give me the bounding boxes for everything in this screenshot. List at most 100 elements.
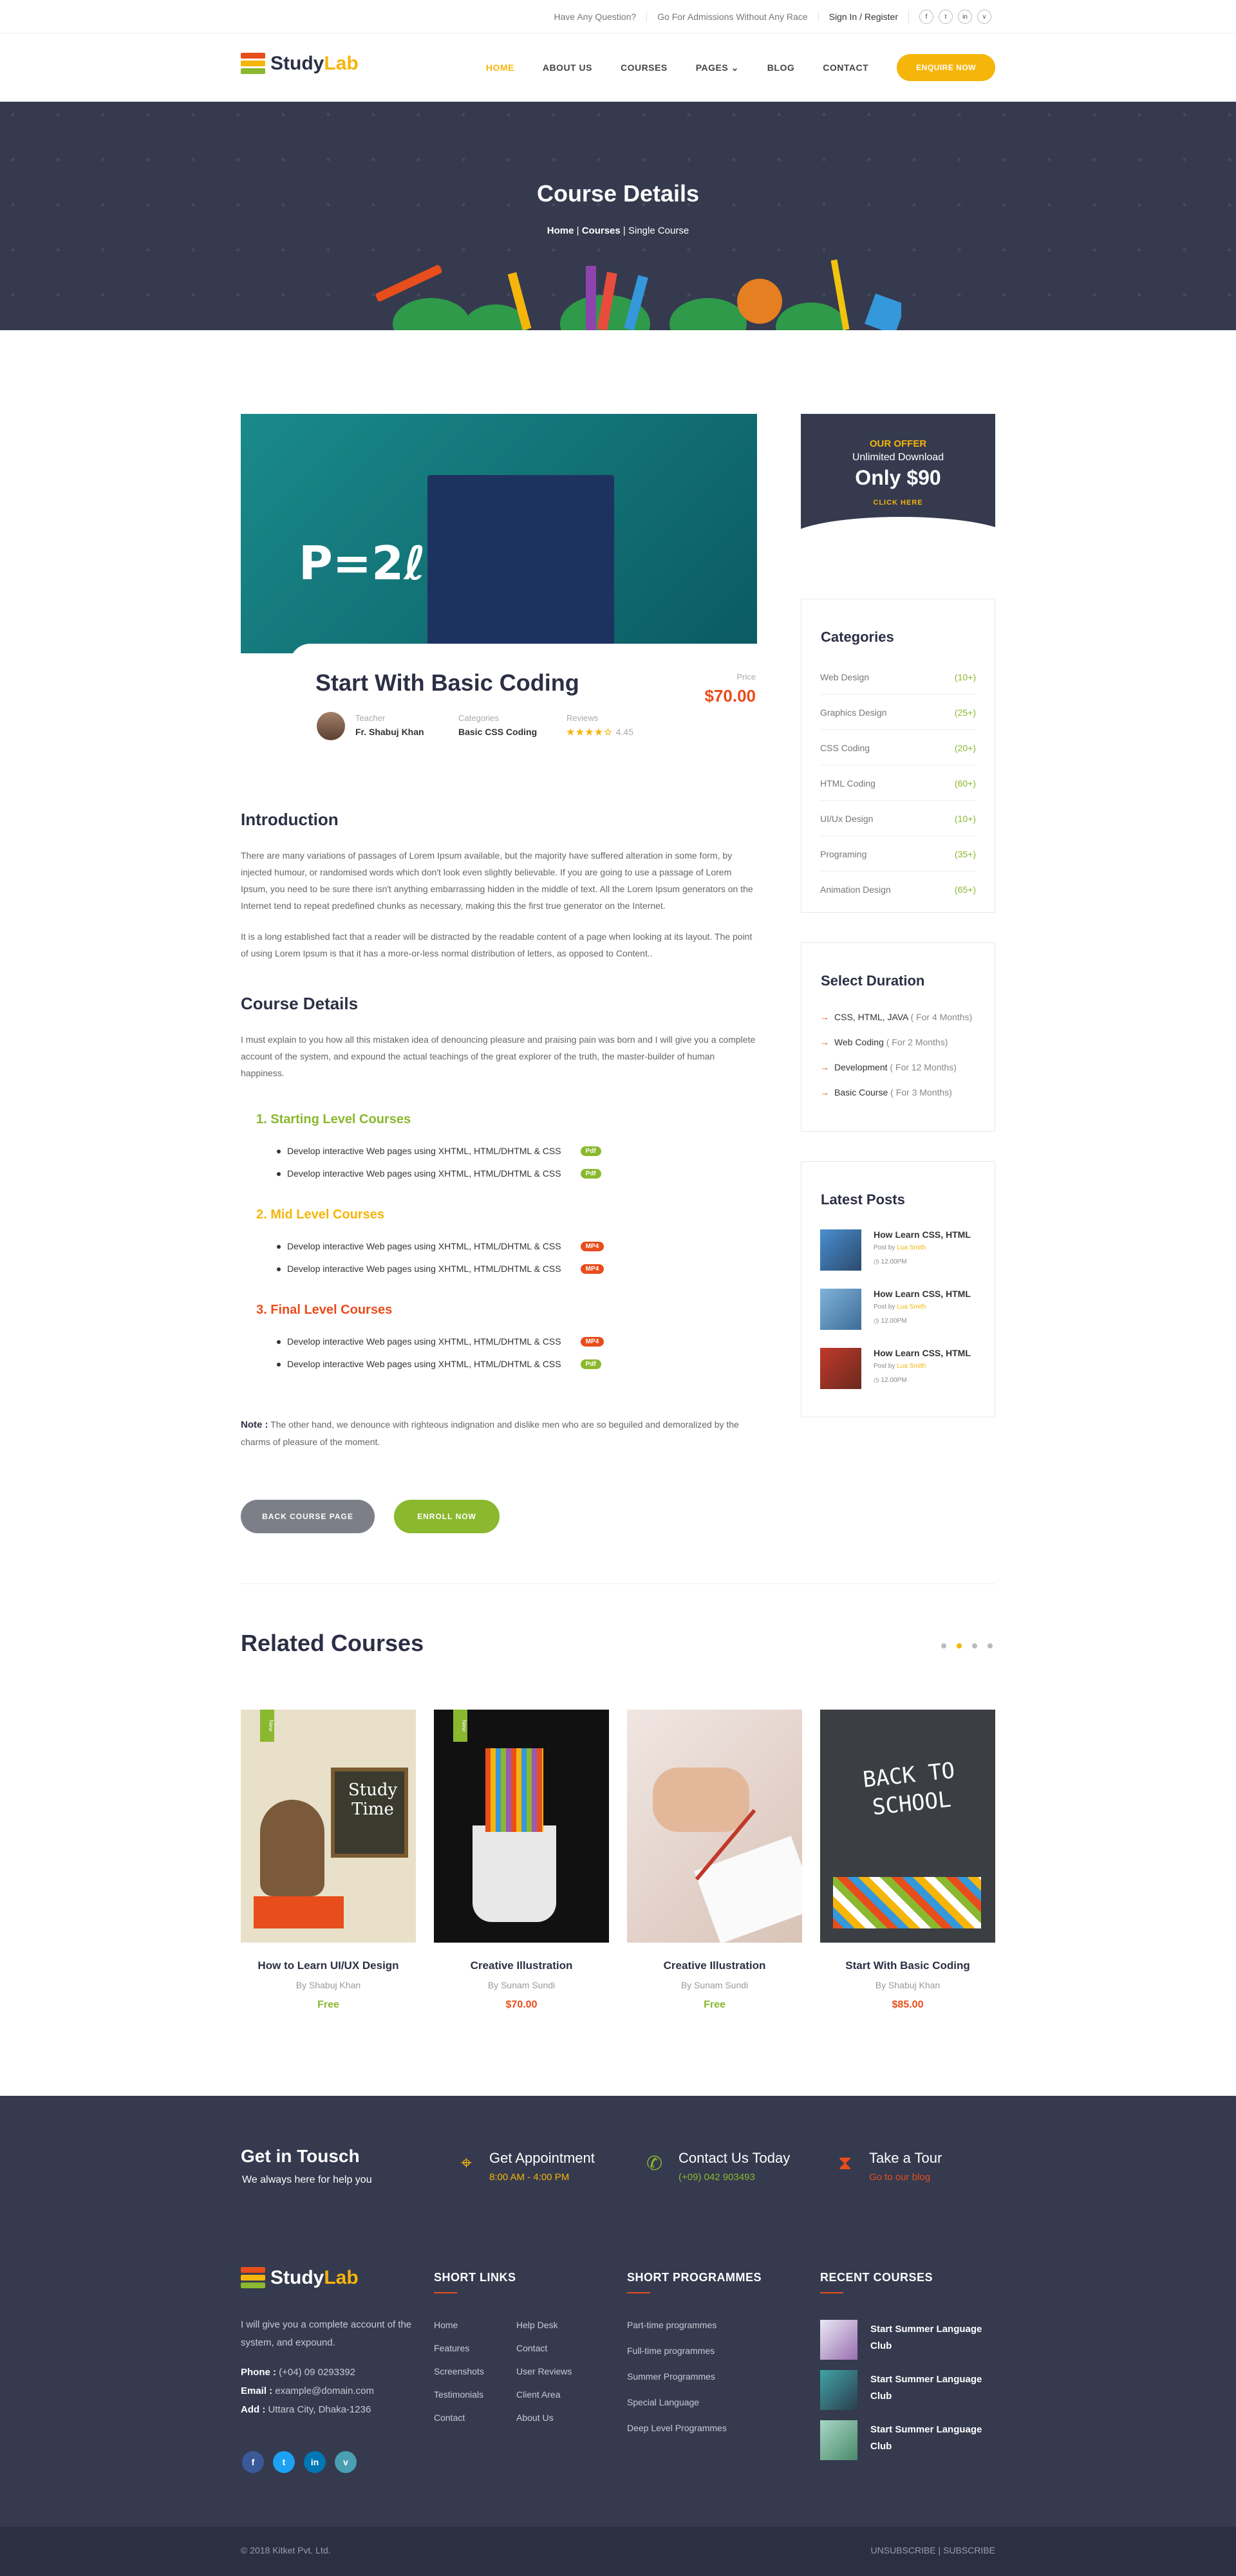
vimeo-icon[interactable]: v xyxy=(977,10,991,24)
post-thumbnail[interactable] xyxy=(820,1229,861,1271)
carousel-dot[interactable] xyxy=(957,1643,962,1648)
course-card-image[interactable]: New xyxy=(434,1710,609,1943)
footer-link[interactable]: About Us xyxy=(516,2413,554,2423)
facebook-icon[interactable]: f xyxy=(242,2451,264,2473)
file-tag[interactable]: Pdf xyxy=(580,1168,601,1179)
enroll-button[interactable]: ENROLL NOW xyxy=(394,1500,500,1533)
footer-link[interactable]: Home xyxy=(434,2320,458,2330)
footer-phone: Phone : (+04) 09 0293392 xyxy=(241,2367,356,2378)
breadcrumb-home[interactable]: Home xyxy=(547,225,574,236)
post-title[interactable]: How Learn CSS, HTML xyxy=(874,1229,971,1240)
recent-course-title[interactable]: Start Summer Language Club xyxy=(870,2321,999,2355)
linkedin-icon[interactable]: in xyxy=(958,10,972,24)
recent-course-thumbnail[interactable] xyxy=(820,2320,857,2360)
course-card-author: By Shabuj Khan xyxy=(875,1980,941,1990)
footer-link[interactable]: Features xyxy=(434,2343,469,2353)
posts-title: Latest Posts xyxy=(821,1191,905,1208)
subscribe-link[interactable]: SUBSCRIBE xyxy=(943,2545,995,2555)
carousel-dot[interactable] xyxy=(941,1643,946,1648)
category-item[interactable]: CSS Coding (20+) xyxy=(820,743,976,765)
nav-blog[interactable]: BLOG xyxy=(767,62,794,73)
course-card-image[interactable] xyxy=(627,1710,802,1943)
enquire-button[interactable]: ENQUIRE NOW xyxy=(897,54,995,81)
programme-link[interactable]: Full-time programmes xyxy=(627,2346,715,2356)
post-author: Post by Lua Smith xyxy=(874,1363,926,1370)
copyright-text: © 2018 Kitket Pvt. Ltd. xyxy=(241,2545,331,2555)
twitter-icon[interactable]: t xyxy=(273,2451,295,2473)
programme-link[interactable]: Deep Level Programmes xyxy=(627,2423,727,2433)
footer-link[interactable]: Help Desk xyxy=(516,2320,558,2330)
file-tag[interactable]: MP4 xyxy=(580,1241,604,1251)
post-thumbnail[interactable] xyxy=(820,1348,861,1389)
file-tag[interactable]: MP4 xyxy=(580,1264,604,1274)
category-item[interactable]: HTML Coding (60+) xyxy=(820,778,976,801)
breadcrumb-courses[interactable]: Courses xyxy=(582,225,621,236)
course-card-author: By Shabuj Khan xyxy=(295,1980,361,1990)
category-item[interactable]: Graphics Design (25+) xyxy=(820,707,976,730)
file-tag[interactable]: Pdf xyxy=(580,1146,601,1156)
footer-link[interactable]: Testimonials xyxy=(434,2389,483,2400)
footer-link[interactable]: Contact xyxy=(516,2343,547,2353)
post-title[interactable]: How Learn CSS, HTML xyxy=(874,1348,971,1358)
footer-link[interactable]: User Reviews xyxy=(516,2366,572,2376)
recent-course-thumbnail[interactable] xyxy=(820,2370,857,2410)
unsubscribe-link[interactable]: UNSUBSCRIBE xyxy=(871,2545,936,2555)
signin-link[interactable]: Sign In / Register xyxy=(818,12,908,22)
programme-link[interactable]: Special Language xyxy=(627,2397,699,2407)
course-title: Start With Basic Coding xyxy=(315,669,579,696)
category-item[interactable]: Animation Design (65+) xyxy=(820,884,976,906)
related-title: Related Courses xyxy=(241,1630,424,1656)
vimeo-icon[interactable]: v xyxy=(335,2451,357,2473)
post-thumbnail[interactable] xyxy=(820,1289,861,1330)
tour-link[interactable]: Go to our blog xyxy=(869,2172,930,2183)
nav-courses[interactable]: COURSES xyxy=(621,62,668,73)
file-tag[interactable]: MP4 xyxy=(580,1336,604,1347)
course-card-title[interactable]: Creative Illustration xyxy=(627,1959,802,1972)
star-rating-icon: ★★★★☆ xyxy=(566,727,613,737)
file-tag[interactable]: Pdf xyxy=(580,1359,601,1369)
duration-item[interactable]: Basic Course ( For 3 Months) xyxy=(820,1087,952,1097)
programme-link[interactable]: Summer Programmes xyxy=(627,2371,715,2382)
page-hero: Course Details Home | Courses | Single C… xyxy=(0,102,1236,330)
nav-contact[interactable]: CONTACT xyxy=(823,62,868,73)
category-item[interactable]: Web Design (10+) xyxy=(820,672,976,695)
course-card-image[interactable]: BACK TO SCHOOL xyxy=(820,1710,995,1943)
phone-icon: ✆ xyxy=(646,2153,663,2174)
duration-item[interactable]: Web Coding ( For 2 Months) xyxy=(820,1037,948,1047)
duration-item[interactable]: CSS, HTML, JAVA ( For 4 Months) xyxy=(820,1012,972,1022)
footer-email: Email : example@domain.com xyxy=(241,2385,374,2396)
tour-title: Take a Tour xyxy=(869,2150,942,2166)
footer-link[interactable]: Contact xyxy=(434,2413,465,2423)
course-card-title[interactable]: How to Learn UI/UX Design xyxy=(241,1959,416,1972)
footer-link[interactable]: Client Area xyxy=(516,2389,560,2400)
category-item[interactable]: UI/Ux Design (10+) xyxy=(820,814,976,836)
nav-home[interactable]: HOME xyxy=(486,62,514,73)
facebook-icon[interactable]: f xyxy=(919,10,933,24)
nav-pages[interactable]: PAGES ⌄ xyxy=(696,62,739,73)
recent-course-title[interactable]: Start Summer Language Club xyxy=(870,2371,999,2405)
category-item[interactable]: Programing (35+) xyxy=(820,849,976,872)
recent-course-title[interactable]: Start Summer Language Club xyxy=(870,2422,999,2455)
course-card-title[interactable]: Creative Illustration xyxy=(434,1959,609,1972)
programme-link[interactable]: Part-time programmes xyxy=(627,2320,716,2330)
offer-label: OUR OFFER xyxy=(869,438,927,449)
carousel-dot[interactable] xyxy=(988,1643,993,1648)
carousel-dot[interactable] xyxy=(972,1643,977,1648)
post-title[interactable]: How Learn CSS, HTML xyxy=(874,1289,971,1299)
footer-logo[interactable]: StudyLab xyxy=(241,2267,359,2289)
linkedin-icon[interactable]: in xyxy=(304,2451,326,2473)
recent-course-thumbnail[interactable] xyxy=(820,2420,857,2460)
logo[interactable]: StudyLab xyxy=(241,53,359,75)
course-card-image[interactable]: Study Time New xyxy=(241,1710,416,1943)
twitter-icon[interactable]: t xyxy=(939,10,953,24)
footer xyxy=(0,2096,1236,2527)
nav-about[interactable]: ABOUT US xyxy=(543,62,592,73)
footer-link[interactable]: Screenshots xyxy=(434,2366,484,2376)
duration-item[interactable]: Development ( For 12 Months) xyxy=(820,1062,957,1072)
course-card-title[interactable]: Start With Basic Coding xyxy=(820,1959,995,1972)
offer-banner[interactable]: OUR OFFER Unlimited Download Only $90 CL… xyxy=(801,414,995,543)
admissions-text: Go For Admissions Without Any Race xyxy=(646,12,818,22)
back-course-button[interactable]: BACK COURSE PAGE xyxy=(241,1500,375,1533)
offer-cta[interactable]: CLICK HERE xyxy=(801,499,995,507)
breadcrumb-current: Single Course xyxy=(628,225,689,236)
